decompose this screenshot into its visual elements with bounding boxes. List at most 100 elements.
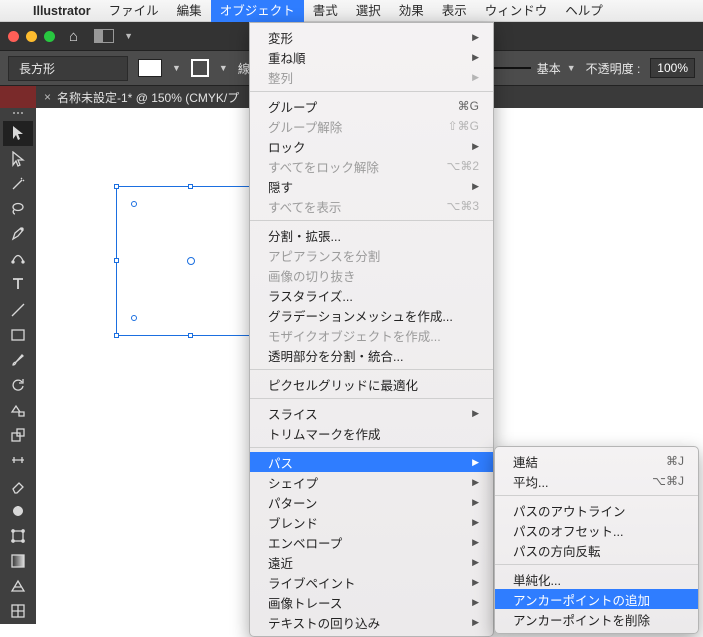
menu-type[interactable]: 書式 <box>304 0 347 22</box>
menu-item[interactable]: 連結⌘J <box>495 451 698 471</box>
tool-gradient[interactable] <box>3 549 33 574</box>
handle-bottom-mid[interactable] <box>188 333 193 338</box>
menu-item[interactable]: 単純化... <box>495 569 698 589</box>
menu-item[interactable]: パス <box>250 452 493 472</box>
menu-item[interactable]: グラデーションメッシュを作成... <box>250 305 493 325</box>
fill-caret-icon[interactable]: ▼ <box>172 63 181 73</box>
tool-rect[interactable] <box>3 322 33 347</box>
menu-item: モザイクオブジェクトを作成... <box>250 325 493 345</box>
handle-bottom-left[interactable] <box>114 333 119 338</box>
menu-item[interactable]: 遠近 <box>250 552 493 572</box>
menu-view[interactable]: 表示 <box>433 0 476 22</box>
menu-item[interactable]: パスのオフセット... <box>495 520 698 540</box>
zoom-window-button[interactable] <box>44 31 55 42</box>
tool-line[interactable] <box>3 297 33 322</box>
menu-item[interactable]: シェイプ <box>250 472 493 492</box>
center-point-icon[interactable] <box>187 257 195 265</box>
tool-blob-brush[interactable] <box>3 498 33 523</box>
menu-separator <box>495 564 698 565</box>
menu-separator <box>250 398 493 399</box>
tool-brush[interactable] <box>3 347 33 372</box>
brush-basic-label[interactable]: 基本 <box>537 60 561 77</box>
menu-item-label: トリムマークを作成 <box>268 424 381 443</box>
opacity-label[interactable]: 不透明度 : <box>586 60 641 77</box>
menu-item[interactable]: ブレンド <box>250 512 493 532</box>
menu-item[interactable]: 重ね順 <box>250 47 493 67</box>
tool-pen[interactable] <box>3 221 33 246</box>
tool-type[interactable] <box>3 272 33 297</box>
workspace-layout-caret-icon[interactable]: ▼ <box>124 31 133 41</box>
menu-item-label: ラスタライズ... <box>268 286 353 305</box>
close-window-button[interactable] <box>8 31 19 42</box>
menu-item-label: パターン <box>268 493 317 512</box>
home-icon[interactable]: ⌂ <box>69 28 78 45</box>
tool-curvature[interactable] <box>3 247 33 272</box>
menu-item[interactable]: パターン <box>250 492 493 512</box>
menu-item[interactable]: ラスタライズ... <box>250 285 493 305</box>
menu-item[interactable]: グループ⌘G <box>250 96 493 116</box>
menu-item[interactable]: パスの方向反転 <box>495 540 698 560</box>
brush-caret-icon[interactable]: ▼ <box>567 63 576 73</box>
corner-widget-bottom[interactable] <box>131 315 137 321</box>
close-tab-icon[interactable]: × <box>44 90 51 104</box>
corner-widget-top[interactable] <box>131 201 137 207</box>
menu-shortcut: ⌘G <box>458 99 479 113</box>
menu-item[interactable]: アンカーポイントの追加 <box>495 589 698 609</box>
menu-object[interactable]: オブジェクト <box>211 0 304 22</box>
tool-magic-wand[interactable] <box>3 171 33 196</box>
tool-panel-grip[interactable] <box>5 112 31 117</box>
apple-menu[interactable] <box>6 0 24 22</box>
handle-top-left[interactable] <box>114 184 119 189</box>
tool-width[interactable] <box>3 448 33 473</box>
menu-item[interactable]: パスのアウトライン <box>495 500 698 520</box>
stroke-caret-icon[interactable]: ▼ <box>219 63 228 73</box>
tool-direct-select[interactable] <box>3 146 33 171</box>
tool-free-transform[interactable] <box>3 523 33 548</box>
menu-item[interactable]: 分割・拡張... <box>250 225 493 245</box>
menu-item[interactable]: 画像トレース <box>250 592 493 612</box>
menu-window[interactable]: ウィンドウ <box>476 0 557 22</box>
tool-perspective[interactable] <box>3 574 33 599</box>
tool-scale[interactable] <box>3 423 33 448</box>
menu-item: グループ解除⇧⌘G <box>250 116 493 136</box>
stroke-swatch[interactable] <box>191 59 209 77</box>
menu-item[interactable]: ライブペイント <box>250 572 493 592</box>
menu-select[interactable]: 選択 <box>347 0 390 22</box>
menu-item[interactable]: トリムマークを作成 <box>250 423 493 443</box>
menu-separator <box>495 495 698 496</box>
menu-file[interactable]: ファイル <box>100 0 168 22</box>
tool-mesh[interactable] <box>3 599 33 624</box>
menu-item-label: パスの方向反転 <box>513 541 601 560</box>
menu-item[interactable]: アンカーポイントを削除 <box>495 609 698 629</box>
fill-swatch[interactable] <box>138 59 162 77</box>
tool-rotate[interactable] <box>3 372 33 397</box>
menu-item[interactable]: 隠す <box>250 176 493 196</box>
menu-help[interactable]: ヘルプ <box>556 0 612 22</box>
menu-item[interactable]: エンベロープ <box>250 532 493 552</box>
tool-shaper[interactable] <box>3 398 33 423</box>
document-tab[interactable]: × 名称未設定-1* @ 150% (CMYK/プ <box>36 89 247 106</box>
menu-edit[interactable]: 編集 <box>168 0 211 22</box>
tool-lasso[interactable] <box>3 196 33 221</box>
menu-item-label: スライス <box>268 404 318 423</box>
handle-mid-left[interactable] <box>114 258 119 263</box>
app-name[interactable]: Illustrator <box>24 0 100 22</box>
menu-item[interactable]: スライス <box>250 403 493 423</box>
selected-rectangle[interactable] <box>116 186 266 336</box>
minimize-window-button[interactable] <box>26 31 37 42</box>
menu-item[interactable]: ピクセルグリッドに最適化 <box>250 374 493 394</box>
menu-item[interactable]: テキストの回り込み <box>250 612 493 632</box>
menu-item[interactable]: ロック <box>250 136 493 156</box>
menu-item[interactable]: 変形 <box>250 27 493 47</box>
workspace-layout-icon[interactable] <box>94 29 114 43</box>
tool-selection[interactable] <box>3 121 33 146</box>
handle-top-mid[interactable] <box>188 184 193 189</box>
object-menu-dropdown: 変形重ね順整列グループ⌘Gグループ解除⇧⌘Gロックすべてをロック解除⌥⌘2隠すす… <box>249 22 494 637</box>
document-title: 名称未設定-1* @ 150% (CMYK/プ <box>57 89 239 106</box>
menu-effect[interactable]: 効果 <box>390 0 433 22</box>
tool-eraser[interactable] <box>3 473 33 498</box>
opacity-value[interactable]: 100% <box>650 58 695 78</box>
menu-item-label: 変形 <box>268 28 293 47</box>
menu-item[interactable]: 平均...⌥⌘J <box>495 471 698 491</box>
menu-item[interactable]: 透明部分を分割・統合... <box>250 345 493 365</box>
